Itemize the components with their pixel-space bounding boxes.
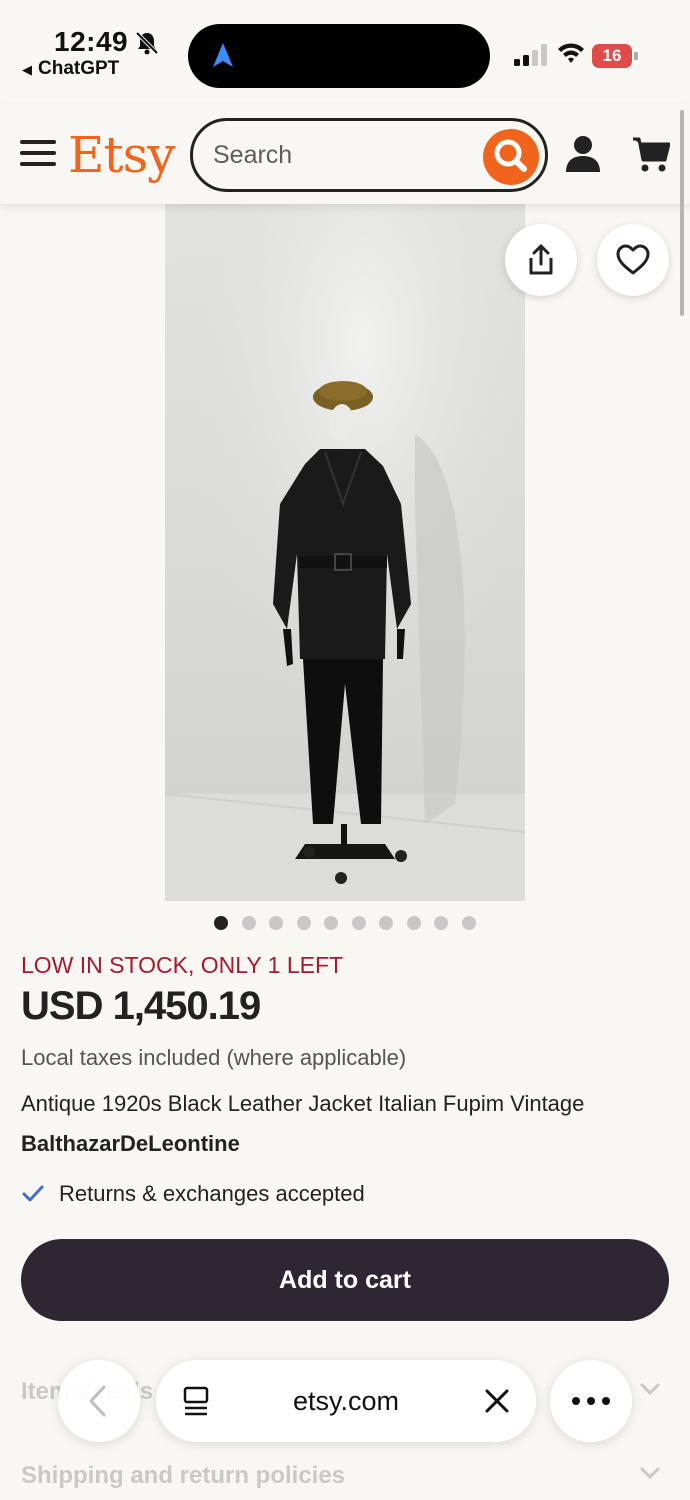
battery-cap [634,52,638,60]
carousel-dot[interactable] [269,916,283,930]
more-dot [602,1397,610,1405]
site-header: Etsy [0,104,690,204]
back-app-label: ChatGPT [38,58,120,79]
product-photo-illustration [165,204,525,901]
share-button[interactable] [505,224,577,296]
more-dot [587,1397,595,1405]
stock-status: LOW IN STOCK, ONLY 1 LEFT [21,952,344,978]
back-triangle-icon: ◀ [22,62,32,77]
scroll-indicator [680,110,684,316]
tax-note: Local taxes included (where applicable) [21,1045,407,1070]
chevron-left-icon [89,1385,106,1417]
returns-label: Returns & exchanges accepted [59,1181,365,1206]
add-to-cart-button[interactable]: Add to cart [21,1239,669,1321]
carousel-dot[interactable] [461,916,476,930]
battery-percentage: 16 [602,46,622,65]
chevron-down-icon [639,1466,661,1480]
image-carousel-dots [214,916,476,930]
carousel-dot[interactable] [379,916,393,930]
cellular-signal-icon [514,44,547,66]
status-time: 12:49 [54,26,129,57]
search-input[interactable] [213,121,473,189]
etsy-logo[interactable]: Etsy [68,126,175,184]
product-image[interactable] [165,204,525,901]
wifi-icon [558,43,584,63]
user-account-icon[interactable] [564,134,602,174]
browser-back-button[interactable] [58,1360,140,1442]
checkmark-icon [22,1185,44,1202]
chevron-down-icon [639,1382,661,1396]
carousel-dot[interactable] [406,916,421,930]
back-to-app-link[interactable]: ◀ ChatGPT [22,58,119,80]
product-price: USD 1,450.19 [21,984,261,1028]
close-icon[interactable] [484,1388,510,1414]
navigation-arrow-icon [213,43,233,67]
url-text: etsy.com [292,1386,400,1416]
accordion-label: Shipping and return policies [21,1462,346,1489]
heart-icon [616,244,650,275]
dynamic-island [188,24,490,88]
carousel-dot[interactable] [214,916,228,930]
carousel-dot[interactable] [324,916,338,930]
favorite-button[interactable] [597,224,669,296]
more-options-button[interactable] [550,1360,632,1442]
battery-icon: 16 [592,44,638,68]
returns-info: Returns & exchanges accepted [21,1181,365,1207]
bell-muted-icon [135,31,159,55]
battery-level: 16 [592,44,632,68]
status-bar: 12:49 ◀ ChatGPT 16 [0,0,690,100]
product-title: Antique 1920s Black Leather Jacket Itali… [21,1091,585,1116]
carousel-dot[interactable] [296,916,311,930]
carousel-dot[interactable] [434,916,448,930]
share-icon [529,244,553,275]
search-bar[interactable] [190,118,548,192]
shopping-cart-icon[interactable] [632,134,670,174]
carousel-dot[interactable] [351,916,366,930]
address-bar[interactable]: etsy.com [156,1360,536,1442]
carousel-dot[interactable] [241,916,256,930]
search-icon [494,139,527,172]
search-button[interactable] [483,129,539,185]
more-dot [572,1397,580,1405]
shop-name-link[interactable]: BalthazarDeLeontine [21,1131,240,1157]
accordion-shipping-policies[interactable]: Shipping and return policies [21,1462,669,1490]
hamburger-menu-icon[interactable] [20,140,56,168]
